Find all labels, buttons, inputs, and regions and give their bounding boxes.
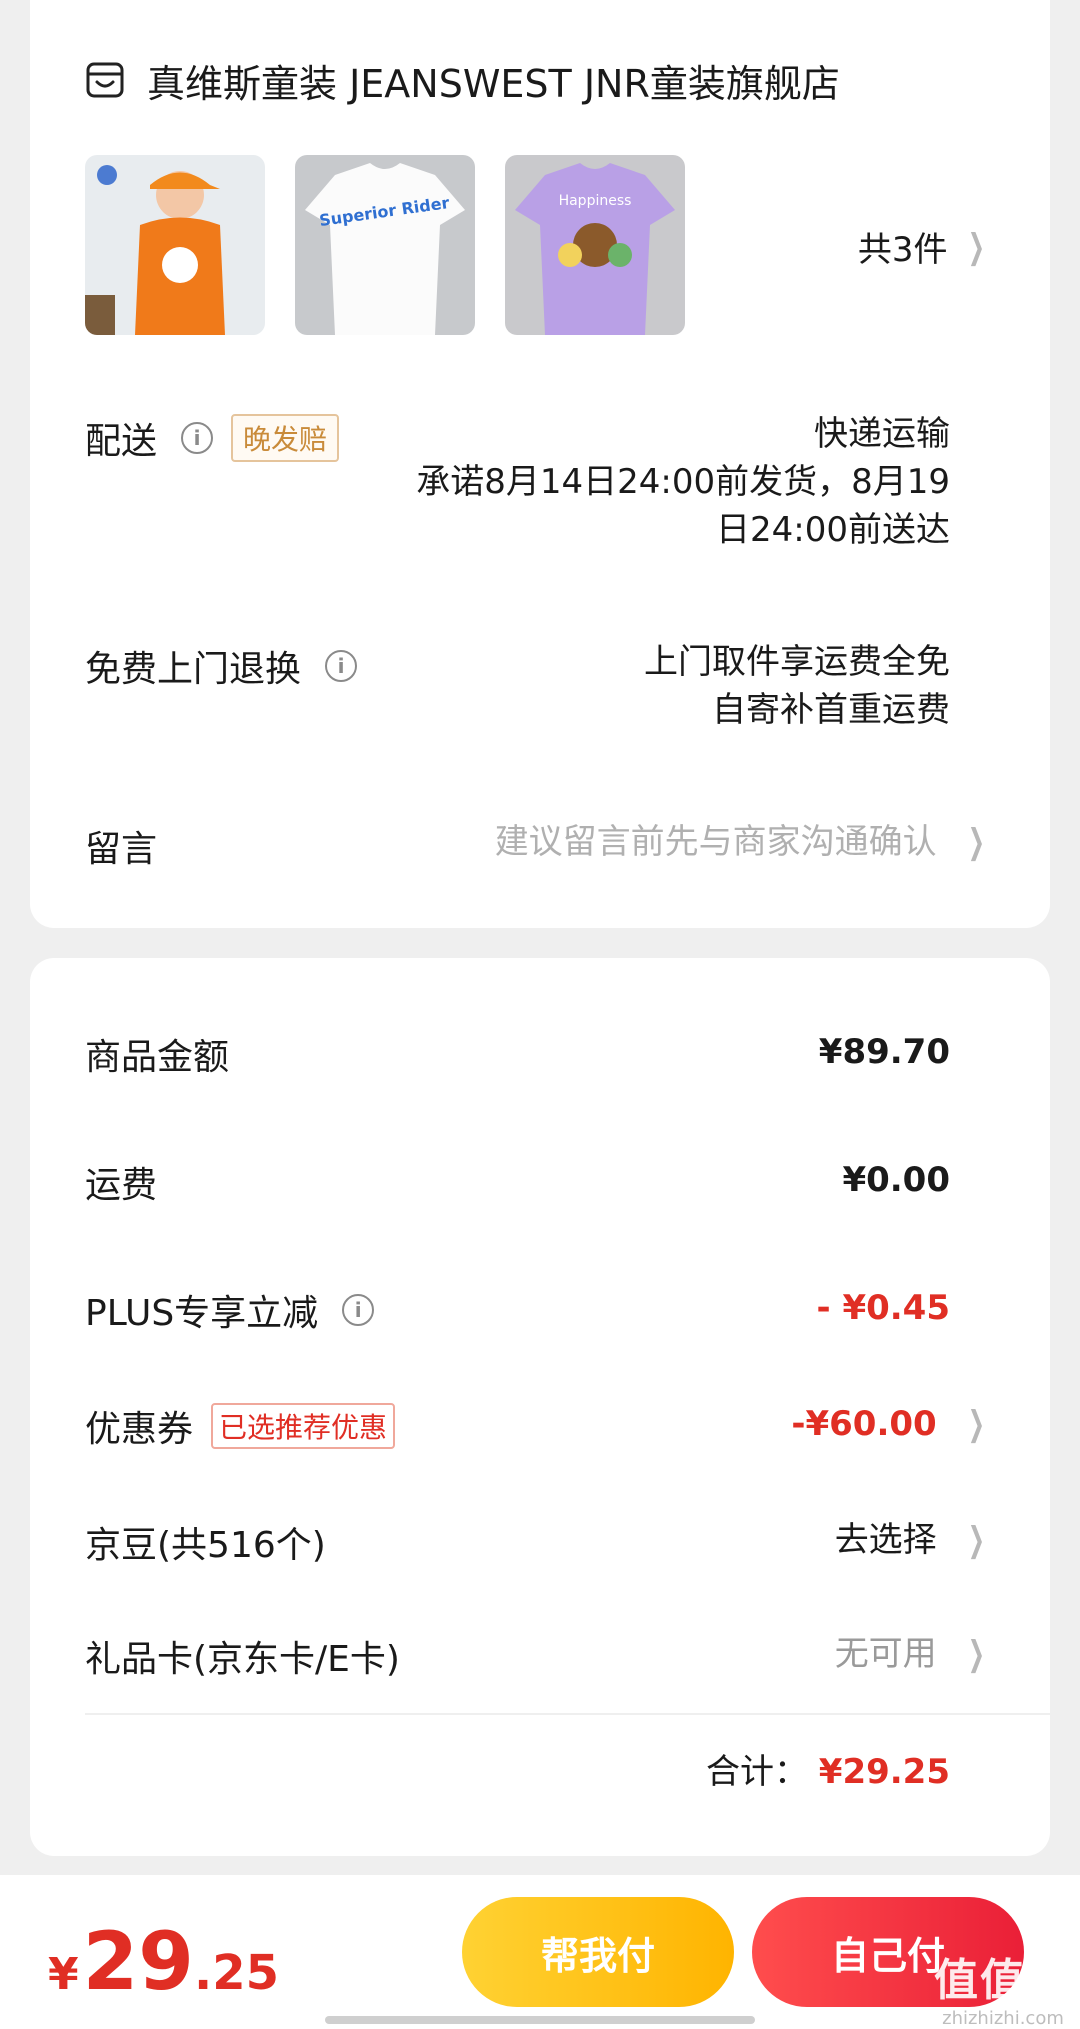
info-icon[interactable]: i [181, 422, 214, 454]
pay-amount: ¥ 29 .25 [48, 1915, 279, 2008]
pay-amount-decimal: .25 [193, 1945, 279, 2001]
shop-header[interactable]: 真维斯童装 JEANSWEST JNR童装旗舰店 [85, 50, 840, 110]
message-placeholder: 建议留言前先与商家沟通确认 [494, 822, 937, 862]
delivery-details: 快递运输 承诺8月14日24:00前发货，8月19 日24:00前送达 [416, 410, 950, 554]
chevron-right-icon: ❯ [967, 1404, 985, 1444]
chevron-right-icon: ❯ [967, 226, 985, 267]
jingdou-selector[interactable]: 去选择 ❯ [835, 1516, 990, 1564]
price-card: 商品金额 ¥89.70 运费 ¥0.00 PLUS专享立减 i - ¥0.45 … [30, 958, 1050, 1856]
help-me-pay-button[interactable]: 帮我付 [462, 1897, 734, 2007]
product-thumb-purple[interactable]: Happiness [505, 155, 685, 335]
goods-amount-value: ¥89.70 [818, 1032, 950, 1072]
coupon-recommended-tag: 已选推荐优惠 [211, 1403, 396, 1449]
divider [85, 1713, 1050, 1715]
delivery-row-label: 配送 i 晚发赔 [85, 412, 340, 464]
delivery-promise-line1: 承诺8月14日24:00前发货，8月19 [416, 462, 950, 502]
shop-name: 真维斯童装 JEANSWEST JNR童装旗舰店 [147, 61, 840, 106]
home-indicator[interactable] [325, 2016, 755, 2024]
thumb-text-happiness: Happiness [559, 193, 632, 209]
message-row-label: 留言 [85, 820, 157, 872]
message-label: 留言 [85, 829, 158, 870]
pay-currency: ¥ [48, 1949, 79, 2000]
jingdou-label: 京豆(共516个) [85, 1525, 326, 1566]
shop-icon [86, 62, 124, 98]
total-value: ¥29.25 [818, 1752, 950, 1792]
returns-details: 上门取件享运费全免 自寄补首重运费 [644, 638, 950, 734]
order-card: 真维斯童装 JEANSWEST JNR童装旗舰店 Superior Rider [30, 0, 1050, 928]
info-icon[interactable]: i [325, 650, 358, 682]
total-label: 合计： [705, 1752, 808, 1792]
watermark-main: 值值值 [934, 1955, 1072, 2006]
coupon-value: -¥60.00 [791, 1404, 937, 1444]
product-thumbnails[interactable]: Superior Rider Happiness [85, 155, 685, 335]
item-count-link[interactable]: 共3件 ❯ [858, 222, 990, 271]
goods-amount-label: 商品金额 [85, 1037, 230, 1078]
watermark-sub: zhizhizhi.com [942, 2008, 1064, 2029]
product-thumb-white[interactable]: Superior Rider [295, 155, 475, 335]
delivery-promise-line2: 日24:00前送达 [716, 510, 950, 550]
pay-amount-integer: 29 [82, 1915, 194, 2008]
coupon-row-label: 优惠券 已选推荐优惠 [85, 1400, 396, 1452]
returns-line2: 自寄补首重运费 [712, 690, 950, 730]
giftcard-value: 无可用 [834, 1634, 937, 1674]
jingdou-value: 去选择 [834, 1520, 937, 1560]
chevron-right-icon: ❯ [967, 822, 985, 862]
returns-line1: 上门取件享运费全免 [644, 642, 950, 682]
plus-discount-label: PLUS专享立减 [85, 1293, 319, 1334]
item-count-label: 共3件 [857, 230, 948, 270]
bottom-pay-bar: ¥ 29 .25 帮我付 自己付 [0, 1875, 1080, 2029]
chevron-right-icon: ❯ [967, 1520, 985, 1560]
delivery-method: 快递运输 [814, 414, 950, 454]
watermark: 值值值 zhizhizhi.com [934, 1944, 1072, 2029]
plus-discount-value: - ¥0.45 [816, 1288, 951, 1328]
coupon-label: 优惠券 [85, 1409, 194, 1450]
giftcard-label: 礼品卡(京东卡/E卡) [85, 1639, 400, 1680]
delivery-label: 配送 [85, 421, 158, 462]
giftcard-selector[interactable]: 无可用 ❯ [835, 1630, 990, 1678]
total-row: 合计： ¥29.25 [706, 1748, 950, 1796]
shipping-fee-label: 运费 [85, 1165, 158, 1206]
coupon-selector[interactable]: -¥60.00 ❯ [791, 1400, 990, 1448]
plus-discount-row: PLUS专享立减 i [85, 1284, 375, 1336]
shipping-fee-value: ¥0.00 [842, 1160, 950, 1200]
returns-row-label: 免费上门退换 i [85, 640, 358, 692]
late-compensation-tag: 晚发赔 [231, 414, 340, 462]
message-input[interactable]: 建议留言前先与商家沟通确认 ❯ [495, 818, 990, 866]
returns-label: 免费上门退换 [85, 649, 302, 690]
info-icon[interactable]: i [342, 1294, 375, 1326]
product-thumb-orange[interactable] [85, 155, 265, 335]
chevron-right-icon: ❯ [967, 1634, 985, 1674]
